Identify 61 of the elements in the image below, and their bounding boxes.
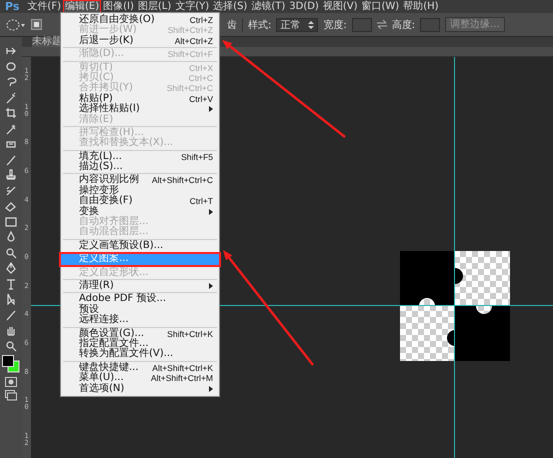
style-dropdown[interactable]: 正常 <box>276 18 318 32</box>
height-label: 高度: <box>392 18 416 32</box>
new-selection-icon[interactable] <box>31 19 42 30</box>
pointer-icon[interactable] <box>5 293 17 305</box>
submenu-arrow-icon <box>209 208 213 215</box>
type-tool-icon[interactable] <box>5 278 17 290</box>
screen-mode-icon[interactable] <box>5 390 17 401</box>
menu-item[interactable]: 还原自由变换(O) Ctrl+Z <box>61 15 219 26</box>
menu-bar-item[interactable]: 编辑(E) <box>62 0 102 13</box>
submenu-arrow-icon <box>209 106 213 112</box>
menu-item[interactable]: 清理(R) <box>61 280 219 292</box>
stamp-icon[interactable] <box>5 169 17 181</box>
menu-bar-item[interactable]: 图像(I) <box>101 0 136 13</box>
menu-item[interactable]: 首选项(N) <box>61 384 219 394</box>
elliptical-marquee-icon[interactable] <box>5 60 17 72</box>
menu-item[interactable]: 内容识别比例 Alt+Shift+Ctrl+C <box>61 175 219 186</box>
option-label: 齿 <box>227 18 237 32</box>
caret-icon <box>308 20 314 28</box>
menu-bar-item[interactable]: 帮助(H) <box>401 0 441 13</box>
swap-icon[interactable] <box>376 20 387 29</box>
menu-item[interactable]: 菜单(U)... Alt+Shift+Ctrl+M <box>61 373 219 384</box>
width-label: 宽度: <box>323 18 347 32</box>
zoom-icon[interactable] <box>5 340 17 352</box>
menu-bar-item[interactable]: 滤镜(T) <box>249 0 288 13</box>
width-field[interactable] <box>352 18 372 32</box>
lasso-icon[interactable] <box>5 76 17 88</box>
magnifier-icon[interactable] <box>5 246 17 258</box>
submenu-arrow-icon <box>209 283 213 290</box>
hand-icon[interactable] <box>5 324 17 336</box>
pen-icon[interactable] <box>5 262 17 274</box>
menu-bar-item[interactable]: 选择(S) <box>211 0 250 13</box>
crop-icon[interactable] <box>5 107 17 119</box>
menu-bar-item[interactable]: 文件(F) <box>25 0 63 13</box>
menu-bar-item[interactable]: 3D(D) <box>287 0 321 13</box>
gradient-icon[interactable] <box>5 216 17 228</box>
app-logo: Ps <box>4 0 20 13</box>
color-swatches-icon[interactable] <box>2 355 20 373</box>
menu-bar-item[interactable]: 文字(Y) <box>173 0 212 13</box>
menu-item[interactable]: 转换为配置文件(V)... <box>61 349 219 360</box>
menu-bar-item[interactable]: 窗口(W) <box>359 0 402 13</box>
move-icon[interactable] <box>5 45 17 57</box>
menu-bar-item[interactable]: 图层(L) <box>136 0 174 13</box>
brush-icon[interactable] <box>5 154 17 166</box>
menu-item[interactable]: 选择性粘贴(I) <box>61 104 219 115</box>
menu-item[interactable]: 远程连接... <box>61 315 219 326</box>
line-icon[interactable] <box>5 308 17 320</box>
elliptical-marquee-icon[interactable] <box>6 18 26 30</box>
menu-item[interactable]: Adobe PDF 预设... <box>61 294 219 305</box>
menu-item[interactable]: 颜色设置(G)... Shift+Ctrl+K <box>61 328 219 339</box>
menu-item[interactable]: 变换 <box>61 206 219 218</box>
magic-wand-icon[interactable] <box>5 92 17 104</box>
eyedropper-icon[interactable] <box>5 122 17 134</box>
drop-icon[interactable] <box>5 231 17 243</box>
submenu-arrow-icon <box>209 386 213 392</box>
quick-mask-icon[interactable] <box>5 376 17 386</box>
menu-item[interactable]: 自由变换(F) Ctrl+T <box>61 196 219 207</box>
menu-item[interactable]: 定义画笔预设(B)... <box>61 240 219 252</box>
menu-bar-item[interactable]: 视图(V) <box>320 0 360 13</box>
style-label: 样式: <box>248 18 272 32</box>
menu-item[interactable]: 描边(S)... <box>61 162 219 172</box>
height-field[interactable] <box>420 18 440 32</box>
